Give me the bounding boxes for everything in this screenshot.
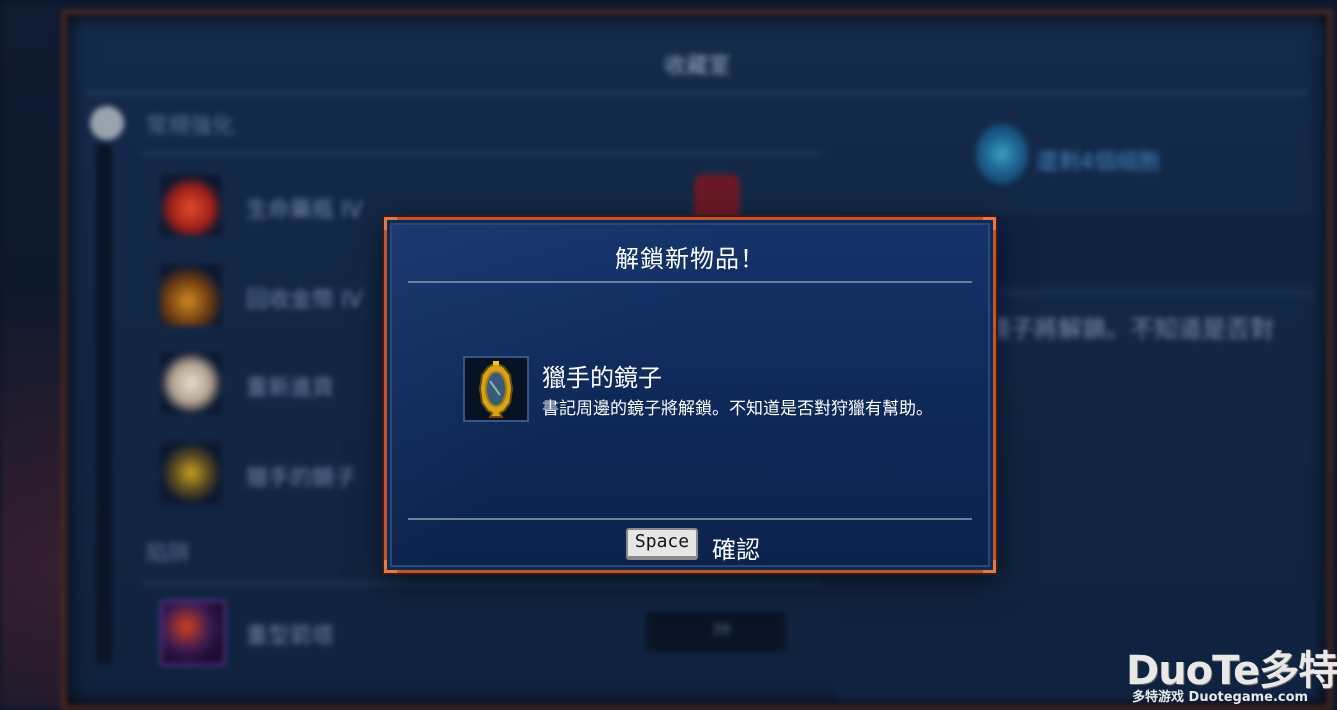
golden-mirror-icon [463, 356, 529, 422]
section-upgrades-heading: 常規強化 [146, 114, 235, 139]
item-name: 重新進貨 [246, 376, 335, 401]
title-divider [86, 92, 1308, 94]
gold-recycle-icon [160, 264, 222, 326]
space-key-button[interactable]: Space [626, 528, 698, 560]
panel-title: 收藏室 [663, 54, 730, 79]
item-name: 回收金幣 IV [246, 288, 363, 313]
health-flask-icon [160, 174, 222, 236]
cell-icon [976, 124, 1028, 184]
heavy-turret-icon [160, 600, 226, 666]
restock-dice-icon [160, 352, 222, 414]
dialog-title: 解鎖新物品！ [615, 245, 765, 273]
section-divider [142, 152, 822, 155]
list-scrollbar[interactable] [96, 144, 112, 664]
unlock-dialog: 解鎖新物品！ 獵手的鏡子 書記周邊的鏡子將解鎖。不知道是否對狩獵有幫助。 Spa… [384, 217, 996, 573]
confirm-button[interactable]: 確認 [712, 530, 760, 565]
cost-value: 39 [712, 622, 730, 638]
dialog-divider-bottom [408, 518, 972, 520]
section-traps-heading: 陷阱 [146, 542, 191, 567]
watermark: DuoTe多特 多特游戏 Duotegame.com [1126, 638, 1337, 708]
item-description: 書記周邊的鏡子將解鎖。不知道是否對狩獵有幫助。 [542, 399, 933, 419]
cells-remaining: 還剩4個細胞 [1036, 150, 1160, 175]
item-name: 重型箭塔 [246, 624, 335, 649]
section-marker-icon [90, 106, 124, 140]
item-name: 生命藥瓶 IV [246, 198, 363, 223]
corner-ornament [384, 217, 397, 230]
detail-description: 鏡子將解鎖。不知道是否對 [986, 315, 1274, 343]
dialog-body: 解鎖新物品！ 獵手的鏡子 書記周邊的鏡子將解鎖。不知道是否對狩獵有幫助。 Spa… [390, 223, 990, 567]
corner-ornament [384, 560, 397, 573]
watermark-subtitle: 多特游戏 Duotegame.com [1132, 690, 1309, 705]
dialog-divider-top [408, 281, 972, 283]
corner-ornament [983, 217, 996, 230]
item-name: 獵手的鏡子 [246, 466, 357, 491]
hunter-mirror-icon [160, 442, 222, 504]
item-title: 獵手的鏡子 [542, 364, 662, 392]
section-divider [142, 582, 822, 585]
corner-ornament [983, 560, 996, 573]
cost-bar: 39 [646, 612, 786, 652]
